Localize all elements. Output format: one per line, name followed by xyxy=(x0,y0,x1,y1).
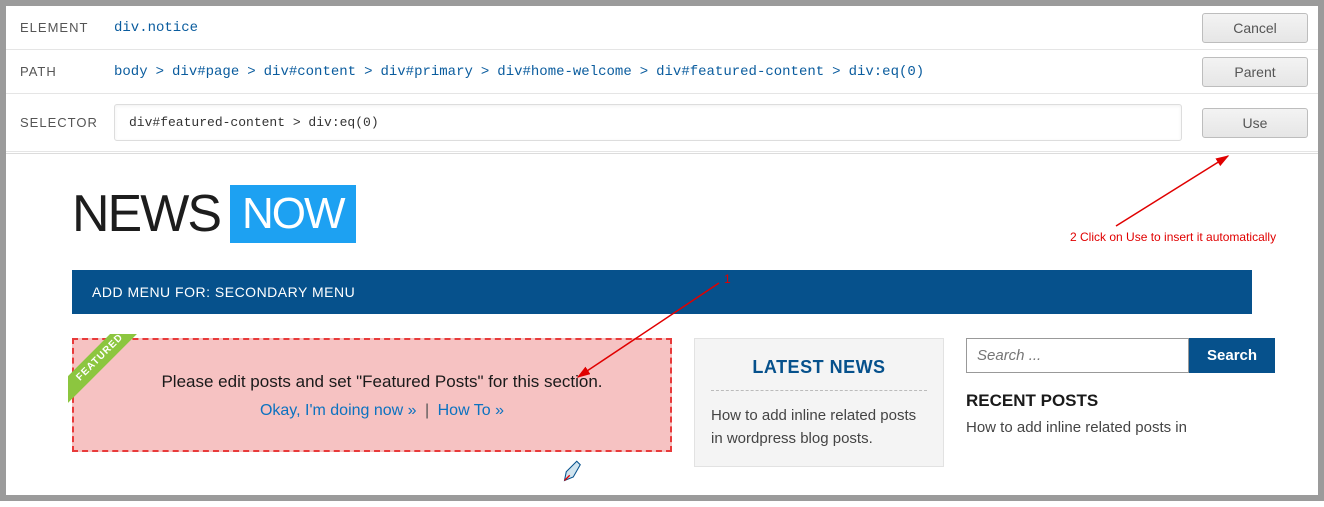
featured-message: Please edit posts and set "Featured Post… xyxy=(114,372,650,392)
latest-news-post[interactable]: How to add inline related posts in wordp… xyxy=(711,391,927,450)
selector-panel: ELEMENT div.notice Cancel PATH body>div#… xyxy=(6,6,1318,152)
row-selector: SELECTOR Use xyxy=(6,94,1318,152)
label-path: PATH xyxy=(6,50,106,93)
selector-input[interactable] xyxy=(114,104,1182,141)
row-element: ELEMENT div.notice Cancel xyxy=(6,6,1318,50)
path-segment[interactable]: div#content xyxy=(264,64,356,80)
recent-post-item[interactable]: How to add inline related posts in xyxy=(966,419,1246,436)
logo-text-left: NEWS xyxy=(72,184,220,244)
cancel-button[interactable]: Cancel xyxy=(1202,13,1308,43)
use-button[interactable]: Use xyxy=(1202,108,1308,138)
annotation-2: 2 Click on Use to insert it automaticall… xyxy=(1070,230,1276,244)
site-preview: NEWS NOW ADD MENU FOR: SECONDARY MENU FE… xyxy=(6,154,1318,467)
element-value[interactable]: div.notice xyxy=(106,10,1198,46)
latest-news-title: LATEST NEWS xyxy=(711,357,927,391)
path-breadcrumb: body>div#page>div#content>div#primary>di… xyxy=(106,54,1198,90)
row-path: PATH body>div#page>div#content>div#prima… xyxy=(6,50,1318,94)
label-element: ELEMENT xyxy=(6,6,106,49)
path-segment[interactable]: div#page xyxy=(172,64,239,80)
path-segment[interactable]: body xyxy=(114,64,148,80)
parent-button[interactable]: Parent xyxy=(1202,57,1308,87)
path-segment[interactable]: div#primary xyxy=(380,64,472,80)
search-widget: Search xyxy=(966,338,1246,373)
latest-news-widget: LATEST NEWS How to add inline related po… xyxy=(694,338,944,467)
path-segment[interactable]: div:eq(0) xyxy=(849,64,925,80)
path-segment[interactable]: div#home-welcome xyxy=(497,64,631,80)
logo-text-right: NOW xyxy=(230,185,356,243)
label-selector: SELECTOR xyxy=(6,101,106,144)
path-segment[interactable]: div#featured-content xyxy=(656,64,824,80)
search-input[interactable] xyxy=(966,338,1189,373)
featured-link-doing-now[interactable]: Okay, I'm doing now » xyxy=(260,402,417,419)
recent-posts-title: RECENT POSTS xyxy=(966,391,1246,411)
annotation-1: 1 xyxy=(724,272,731,286)
featured-link-howto[interactable]: How To » xyxy=(438,402,504,419)
featured-notice: FEATURED Please edit posts and set "Feat… xyxy=(72,338,672,452)
search-button[interactable]: Search xyxy=(1189,338,1275,373)
secondary-menu-bar[interactable]: ADD MENU FOR: SECONDARY MENU xyxy=(72,270,1252,314)
